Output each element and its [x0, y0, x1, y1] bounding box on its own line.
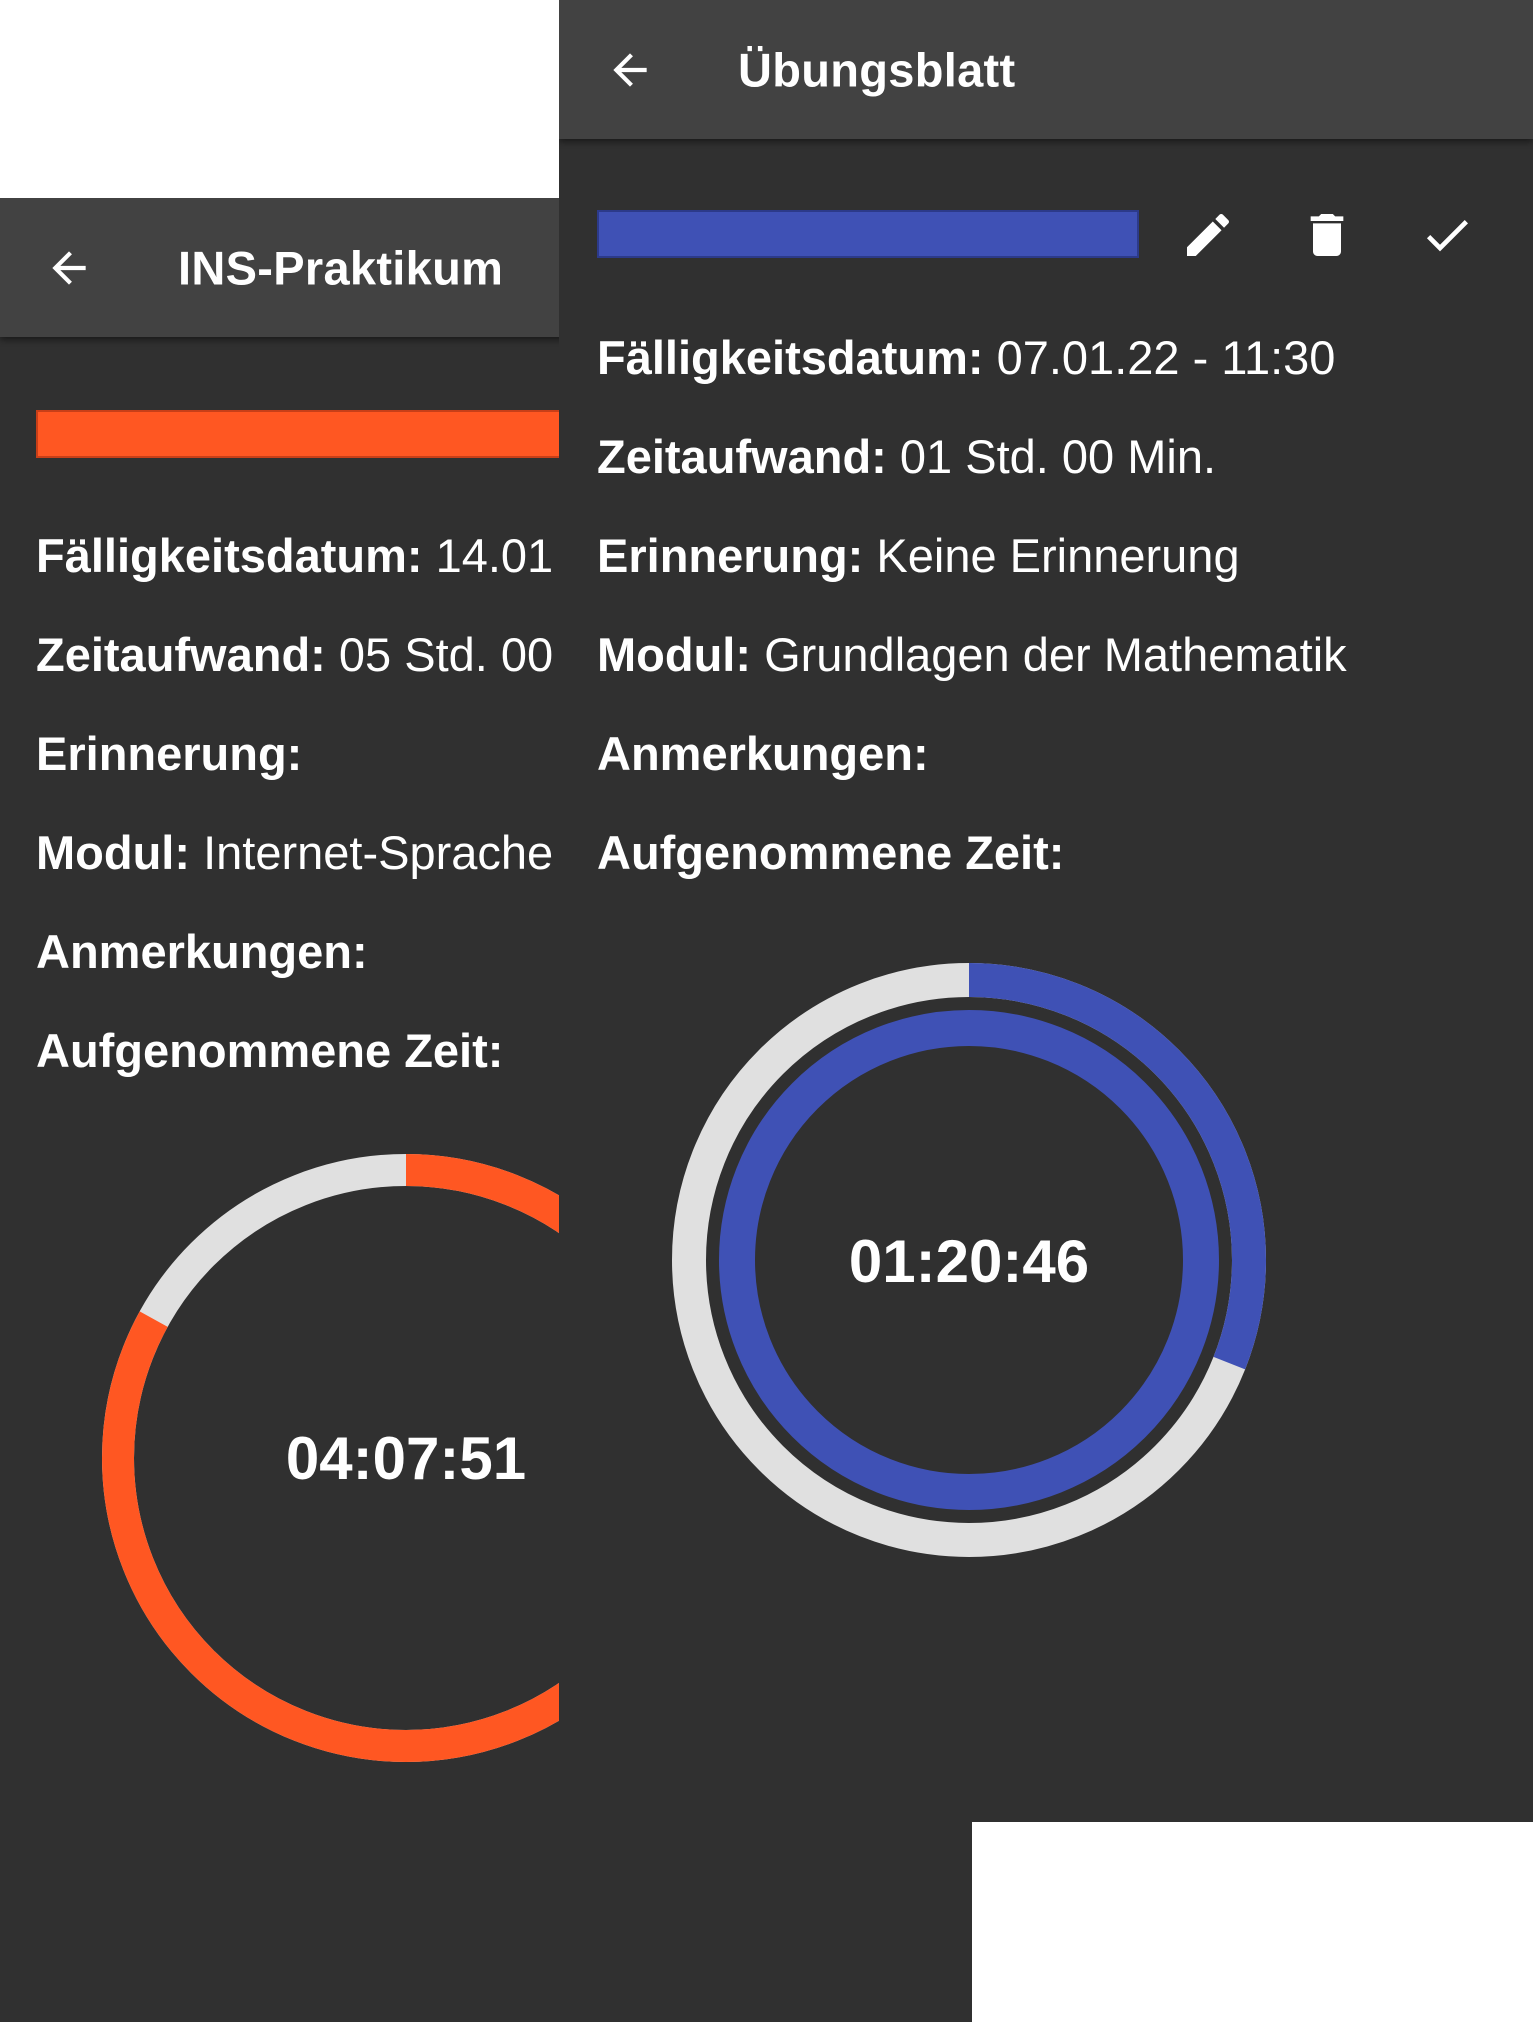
reminder-label: Erinnerung:: [597, 529, 864, 582]
notes-row: Anmerkungen:: [597, 730, 929, 777]
module-value: Grundlagen der Mathematik: [764, 628, 1347, 681]
module-row: Modul: Internet-Sprache: [36, 829, 553, 876]
module-value: Internet-Sprache: [203, 826, 554, 879]
timer-display: 04:07:51: [285, 1425, 527, 1492]
notes-row: Anmerkungen:: [36, 928, 368, 975]
due-date-label: Fälligkeitsdatum:: [597, 331, 984, 384]
recorded-time-row: Aufgenommene Zeit:: [597, 829, 1064, 876]
due-date-row: Fälligkeitsdatum: 14.01: [36, 532, 553, 579]
due-date-label: Fälligkeitsdatum:: [36, 529, 423, 582]
module-label: Modul:: [597, 628, 751, 681]
notes-label: Anmerkungen:: [597, 727, 929, 780]
check-icon[interactable]: [1419, 207, 1475, 263]
reminder-value: Keine Erinnerung: [876, 529, 1240, 582]
notes-label: Anmerkungen:: [36, 925, 368, 978]
effort-value: 05 Std. 00: [338, 628, 554, 681]
effort-row: Zeitaufwand: 01 Std. 00 Min.: [597, 433, 1216, 480]
reminder-row: Erinnerung:: [36, 730, 302, 777]
back-arrow-icon[interactable]: [44, 243, 94, 293]
app-bar: Übungsblatt: [559, 0, 1533, 139]
effort-label: Zeitaufwand:: [597, 430, 887, 483]
due-date-value: 14.01: [435, 529, 554, 582]
trash-icon[interactable]: [1299, 207, 1355, 263]
pencil-icon[interactable]: [1180, 207, 1236, 263]
recorded-time-row: Aufgenommene Zeit:: [36, 1027, 503, 1074]
recorded-time-label: Aufgenommene Zeit:: [597, 826, 1065, 879]
due-date-value: 07.01.22 - 11:30: [996, 331, 1336, 384]
effort-label: Zeitaufwand:: [36, 628, 326, 681]
page-title: INS-Praktikum: [178, 241, 504, 294]
timer-display: 01:20:46: [848, 1228, 1090, 1295]
reminder-row: Erinnerung: Keine Erinnerung: [597, 532, 1240, 579]
front-screen-uebungsblatt: Übungsblatt Fälligkeitsdatum: 07.01.22 -…: [559, 0, 1533, 1822]
page-title: Übungsblatt: [738, 43, 1016, 96]
effort-row: Zeitaufwand: 05 Std. 00: [36, 631, 553, 678]
module-row: Modul: Grundlagen der Mathematik: [597, 631, 1347, 678]
due-date-row: Fälligkeitsdatum: 07.01.22 - 11:30: [597, 334, 1335, 381]
recorded-time-label: Aufgenommene Zeit:: [36, 1024, 504, 1077]
reminder-label: Erinnerung:: [36, 727, 303, 780]
effort-value: 01 Std. 00 Min.: [899, 430, 1217, 483]
module-label: Modul:: [36, 826, 190, 879]
back-arrow-icon[interactable]: [605, 45, 655, 95]
color-indicator-bar: [597, 210, 1139, 258]
